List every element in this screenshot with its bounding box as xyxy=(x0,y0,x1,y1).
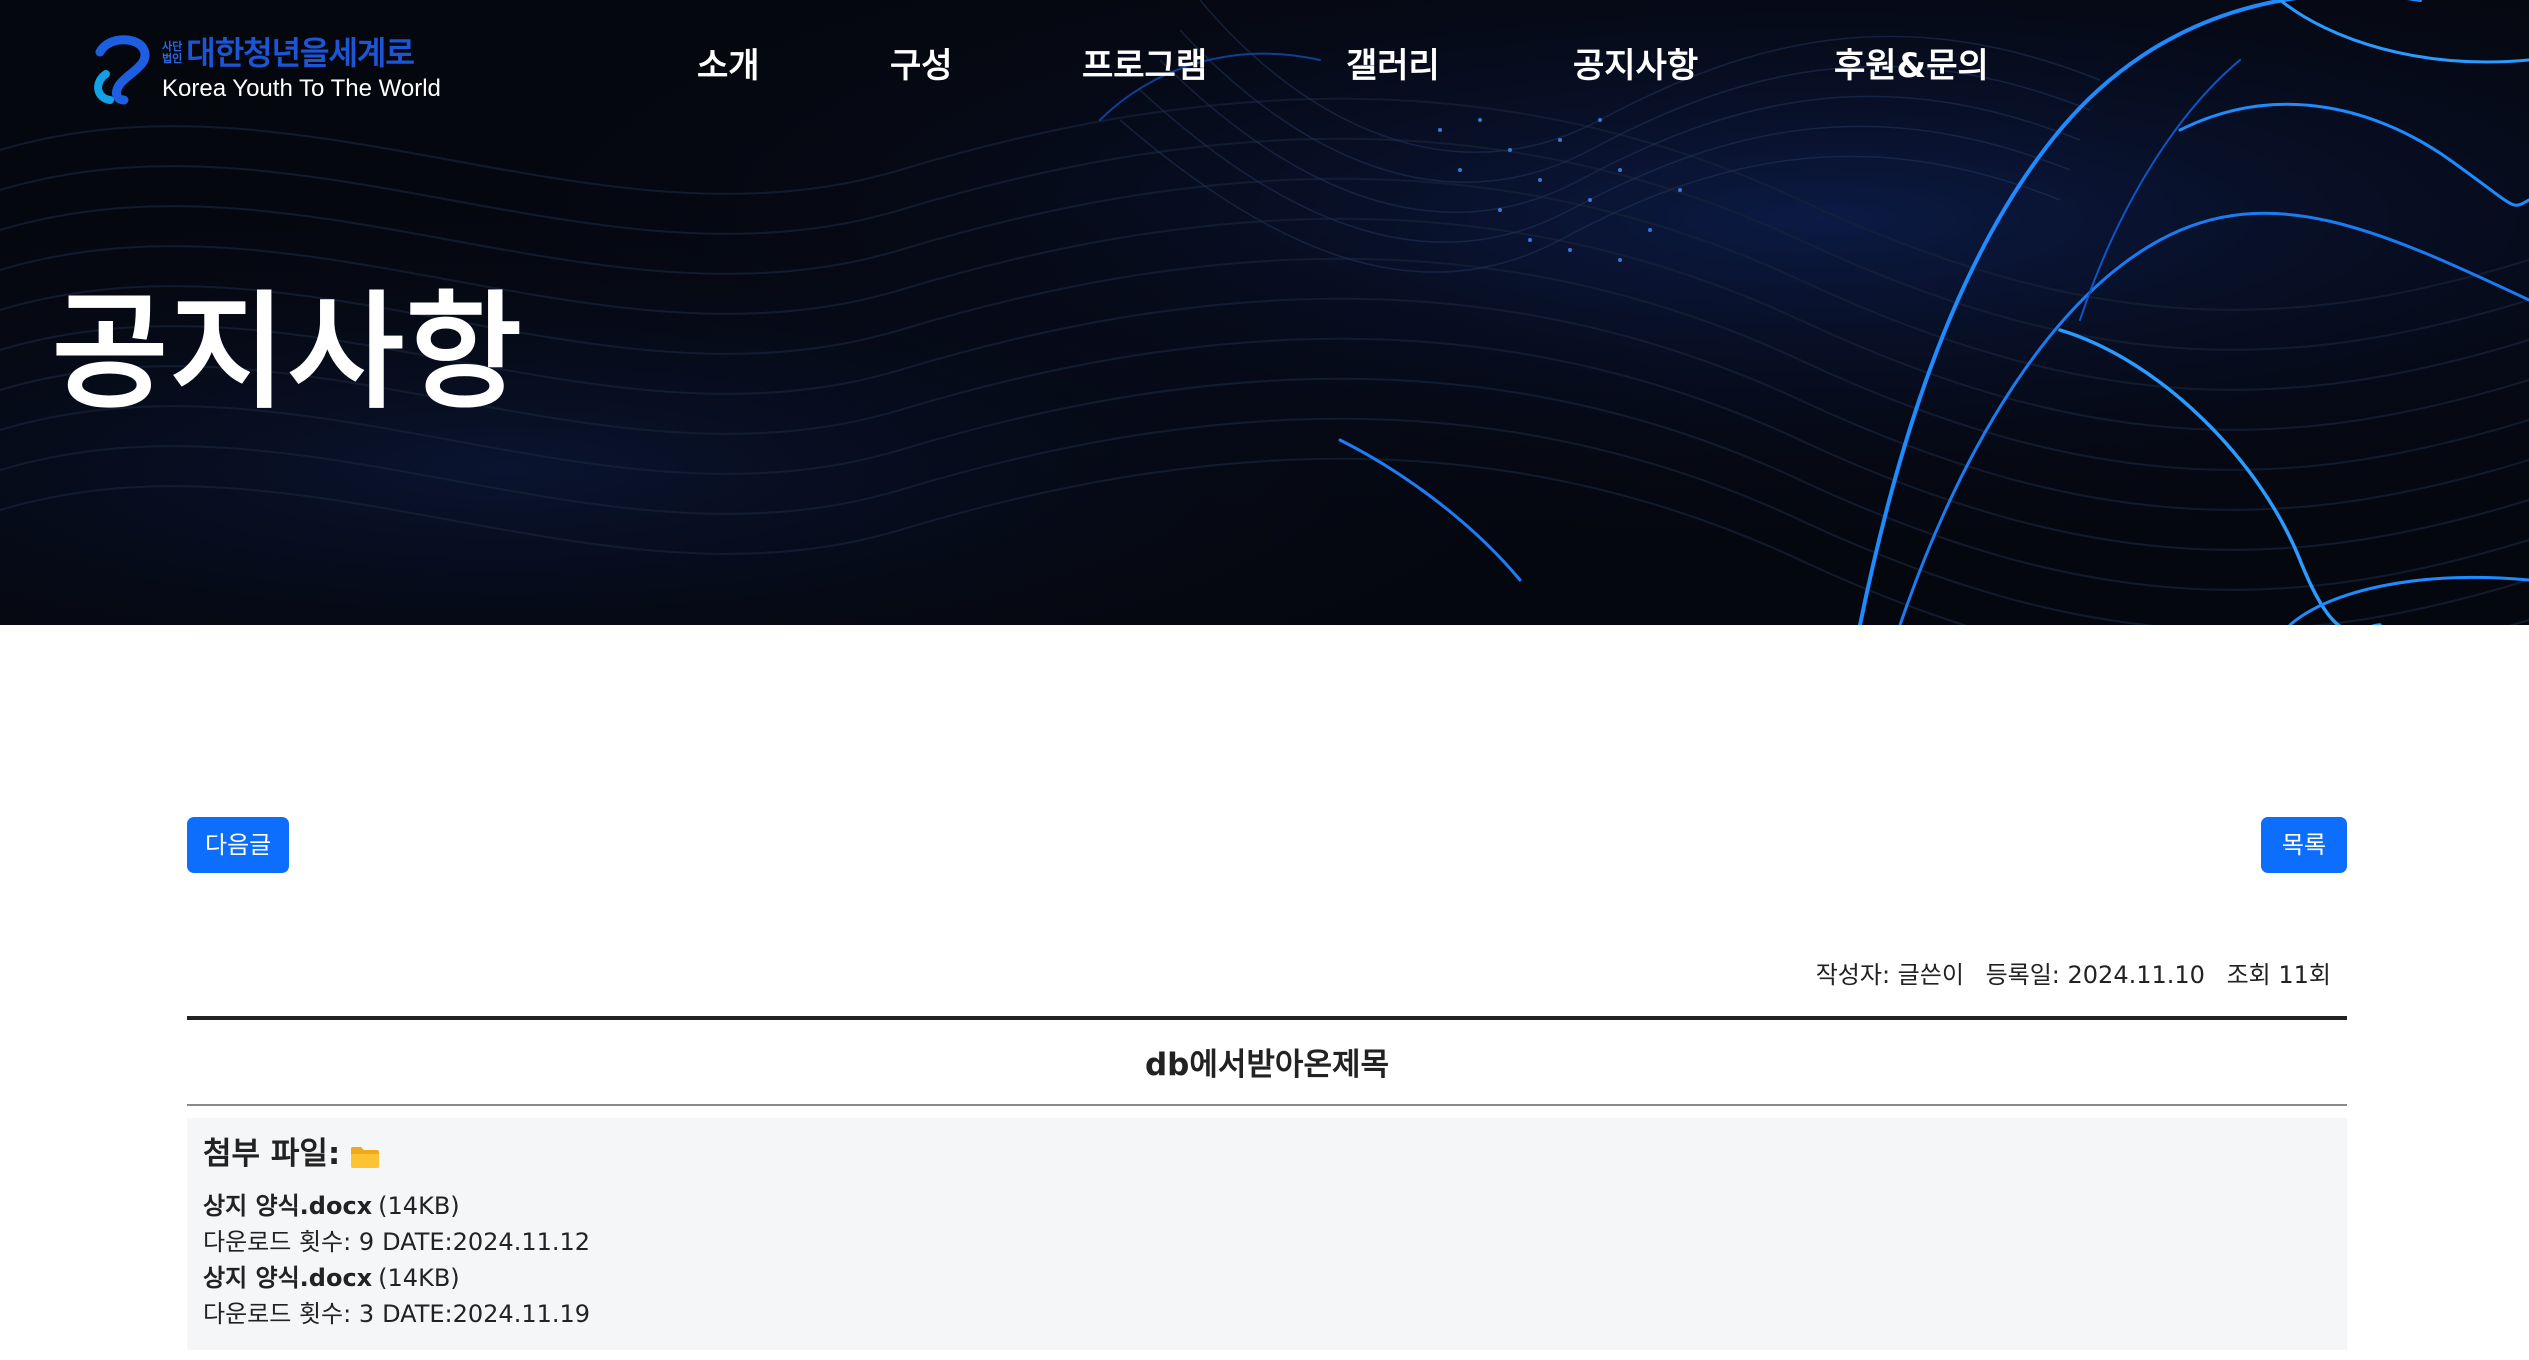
title-bottom-divider xyxy=(187,1104,2347,1106)
post-views: 조회 11회 xyxy=(2226,961,2331,989)
attachment-file-size: (14KB) xyxy=(378,1264,460,1292)
logo-corp-label: 사단 법인 xyxy=(162,41,182,65)
attachment-date: DATE:2024.11.19 xyxy=(382,1300,591,1328)
logo-top-line: 사단 법인 대한청년을세계로 xyxy=(162,34,441,72)
post-date: 등록일: 2024.11.10 xyxy=(1985,961,2205,989)
logo-text: 사단 법인 대한청년을세계로 Korea Youth To The World xyxy=(162,34,441,104)
attachment-file: 상지 양식.docx (14KB) xyxy=(203,1188,2331,1224)
post-author: 작성자: 글쓴이 xyxy=(1815,961,1964,989)
attachment-date: DATE:2024.11.12 xyxy=(382,1228,591,1256)
page-title: 공지사항 xyxy=(52,279,524,426)
attachment-file: 상지 양식.docx (14KB) xyxy=(203,1260,2331,1296)
logo-mark-icon xyxy=(94,35,150,105)
next-post-button[interactable]: 다음글 xyxy=(187,817,290,873)
attachments-panel: 첨부 파일: 상지 양식.docx (14KB) 다운로드 횟수: 9 DATE:2… xyxy=(187,1118,2347,1350)
attachment-download-info: 다운로드 횟수: 9 DATE:2024.11.12 xyxy=(203,1224,2331,1260)
title-top-divider xyxy=(187,1016,2347,1020)
attachment-file-size: (14KB) xyxy=(378,1192,460,1220)
nav-item-organization[interactable]: 구성 xyxy=(890,36,953,96)
attachment-file-link[interactable]: 상지 양식.docx xyxy=(203,1192,372,1220)
logo-name-ko: 대한청년을세계로 xyxy=(186,34,415,72)
attachment-file-link[interactable]: 상지 양식.docx xyxy=(203,1264,372,1292)
attachments-heading: 첨부 파일: xyxy=(203,1136,341,1172)
folder-icon xyxy=(351,1147,380,1168)
logo-name-en: Korea Youth To The World xyxy=(162,75,441,102)
attachment-download-count: 다운로드 횟수: 3 xyxy=(203,1300,375,1328)
attachment-download-info: 다운로드 횟수: 3 DATE:2024.11.19 xyxy=(203,1296,2331,1332)
nav-item-gallery[interactable]: 갤러리 xyxy=(1346,36,1440,96)
nav-item-about[interactable]: 소개 xyxy=(697,36,760,96)
attachment-download-count: 다운로드 횟수: 9 xyxy=(203,1228,375,1256)
attachments-heading-row: 첨부 파일: xyxy=(203,1130,2331,1178)
site-logo[interactable]: 사단 법인 대한청년을세계로 Korea Youth To The World xyxy=(86,30,441,108)
hero-banner: 사단 법인 대한청년을세계로 Korea Youth To The World … xyxy=(0,0,2529,625)
list-button[interactable]: 목록 xyxy=(2261,817,2347,873)
post-meta: 작성자: 글쓴이 등록일: 2024.11.10 조회 11회 xyxy=(1802,955,2331,995)
post-title: db에서받아온제목 xyxy=(1144,1047,1390,1083)
logo-corp-bottom: 법인 xyxy=(162,52,183,65)
nav-item-programs[interactable]: 프로그램 xyxy=(1082,36,1207,96)
nav-item-support-contact[interactable]: 후원&문의 xyxy=(1834,36,1989,96)
nav-item-notices[interactable]: 공지사항 xyxy=(1573,36,1698,96)
